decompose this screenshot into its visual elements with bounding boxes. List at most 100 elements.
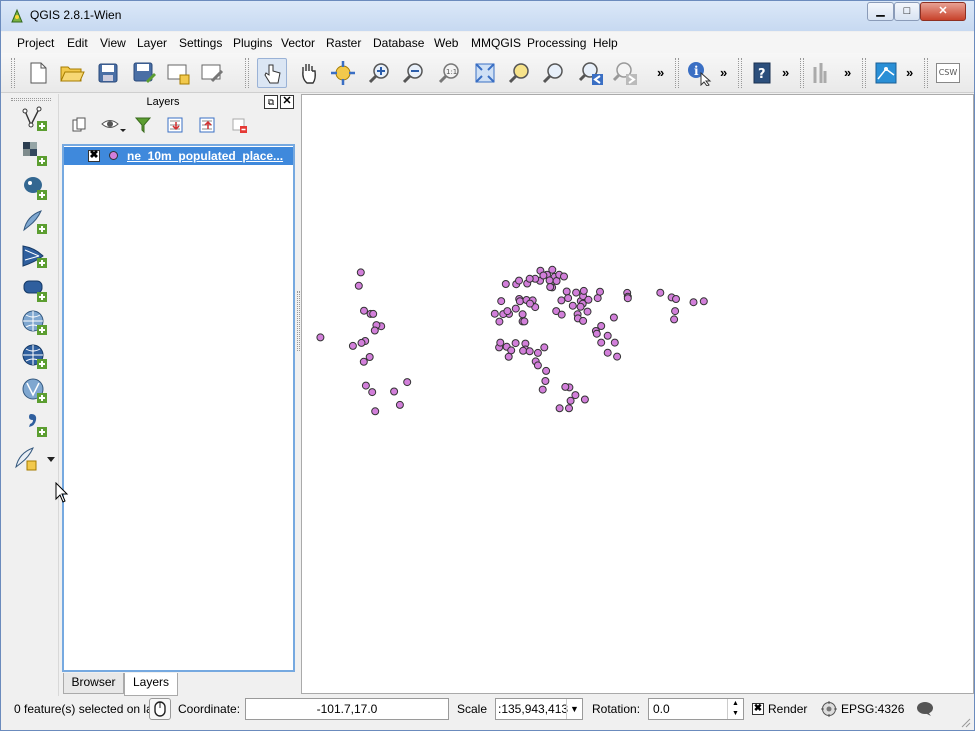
populated-place-point[interactable] [540,343,549,352]
populated-place-point[interactable] [699,297,708,306]
populated-place-point[interactable] [689,298,698,307]
open-project-icon[interactable] [57,58,87,88]
menu-mmqgis[interactable]: MMQGIS [471,36,521,50]
populated-place-point[interactable] [356,268,365,277]
toolbar-overflow-button[interactable]: » [844,65,851,80]
populated-place-point[interactable] [360,306,368,315]
messages-icon[interactable] [916,701,934,717]
populated-place-point[interactable] [519,346,528,355]
populated-place-point[interactable] [390,387,399,396]
populated-place-point[interactable] [560,272,568,281]
collapse-all-icon[interactable] [196,114,218,136]
populated-place-point[interactable] [368,388,377,397]
populated-place-point[interactable] [495,317,504,326]
populated-place-point[interactable] [395,400,404,409]
add-spatialite-layer-icon[interactable] [19,207,51,237]
zoom-to-selection-icon[interactable] [504,58,534,88]
toolbar-overflow-button[interactable]: » [782,65,789,80]
pan-to-selection-icon[interactable] [328,58,358,88]
add-raster-layer-icon[interactable] [19,139,51,169]
populated-place-point[interactable] [541,377,550,385]
menu-settings[interactable]: Settings [179,36,222,50]
populated-place-point[interactable] [511,339,520,348]
populated-place-point[interactable] [515,297,524,306]
add-wfs-layer-icon[interactable] [19,376,51,406]
populated-place-point[interactable] [542,366,551,375]
populated-place-point[interactable] [672,295,680,303]
close-button[interactable]: ✕ [920,2,966,21]
zoom-last-icon[interactable] [576,58,606,88]
zoom-to-layer-icon[interactable] [538,58,568,88]
coordinate-field[interactable]: -101.7,17.0 [245,698,449,720]
menu-vector[interactable]: Vector [281,36,315,50]
render-checkbox[interactable]: ✖ [752,703,764,715]
populated-place-point[interactable] [496,338,505,347]
new-layer-dropdown-icon[interactable] [13,444,57,474]
menu-web[interactable]: Web [434,36,458,50]
maximize-button[interactable]: □ [894,2,920,21]
populated-place-point[interactable] [557,296,566,305]
spin-up-icon[interactable]: ▲ [727,699,743,709]
pan-map-icon[interactable] [294,58,324,88]
populated-place-point[interactable] [501,280,510,288]
save-as-icon[interactable] [129,58,159,88]
layer-visibility-checkbox[interactable]: ✖ [88,150,100,162]
populated-place-point[interactable] [504,352,513,361]
populated-place-point[interactable] [354,281,363,290]
populated-place-point[interactable] [497,297,506,306]
add-wms-layer-icon[interactable] [19,308,51,338]
add-postgis-layer-icon[interactable] [19,173,51,203]
add-mssql-layer-icon[interactable] [19,241,51,271]
zoom-out-icon[interactable] [398,58,428,88]
georeferencer-icon[interactable] [871,58,901,88]
populated-place-point[interactable] [520,317,529,326]
populated-place-point[interactable] [533,348,542,357]
tab-browser[interactable]: Browser [63,673,124,694]
populated-place-point[interactable] [515,276,523,285]
populated-place-point[interactable] [490,309,499,318]
populated-place-point[interactable] [580,395,589,404]
populated-place-point[interactable] [525,274,534,283]
menu-processing[interactable]: Processing [527,36,586,50]
populated-place-point[interactable] [603,331,612,340]
add-oracle-layer-icon[interactable] [19,275,51,305]
populated-place-point[interactable] [539,271,548,280]
layer-item[interactable]: ✖ ne_10m_populated_place... [64,147,293,165]
populated-place-point[interactable] [348,341,357,350]
menu-view[interactable]: View [100,36,126,50]
populated-place-point[interactable] [557,310,566,319]
add-wcs-layer-icon[interactable] [19,342,51,372]
expand-all-icon[interactable] [164,114,186,136]
populated-place-point[interactable] [316,333,325,342]
toolbar-grip[interactable] [11,58,15,88]
populated-place-point[interactable] [546,283,555,291]
help-contents-icon[interactable]: ? [747,58,777,88]
toolbar-grip[interactable] [738,58,742,88]
toolbar-grip[interactable] [924,58,928,88]
scale-combobox[interactable]: :135,943,413 ▼ [495,698,583,720]
populated-place-point[interactable] [561,382,570,391]
populated-place-point[interactable] [592,329,601,338]
add-delimited-text-layer-icon[interactable] [19,410,51,440]
populated-place-point[interactable] [526,299,534,308]
populated-place-point[interactable] [671,307,680,316]
metasearch-csw-icon[interactable]: CSW [933,58,963,88]
touch-zoom-pan-icon[interactable] [257,58,287,88]
populated-place-point[interactable] [562,287,571,296]
tab-layers[interactable]: Layers [124,673,178,696]
toggle-extents-mouse-icon[interactable] [149,698,171,720]
populated-place-point[interactable] [568,301,577,310]
populated-place-point[interactable] [583,307,592,316]
populated-place-point[interactable] [357,338,366,347]
map-canvas[interactable] [301,94,974,694]
new-print-composer-icon[interactable] [163,58,193,88]
populated-place-point[interactable] [610,338,619,347]
zoom-native-resolution-icon[interactable]: 1:1 [434,58,464,88]
menu-plugins[interactable]: Plugins [233,36,272,50]
populated-place-point[interactable] [603,348,612,357]
composer-manager-icon[interactable] [197,58,227,88]
toolbar-grip[interactable] [675,58,679,88]
menu-help[interactable]: Help [593,36,618,50]
populated-place-point[interactable] [518,310,527,319]
add-vector-layer-icon[interactable] [19,104,51,134]
